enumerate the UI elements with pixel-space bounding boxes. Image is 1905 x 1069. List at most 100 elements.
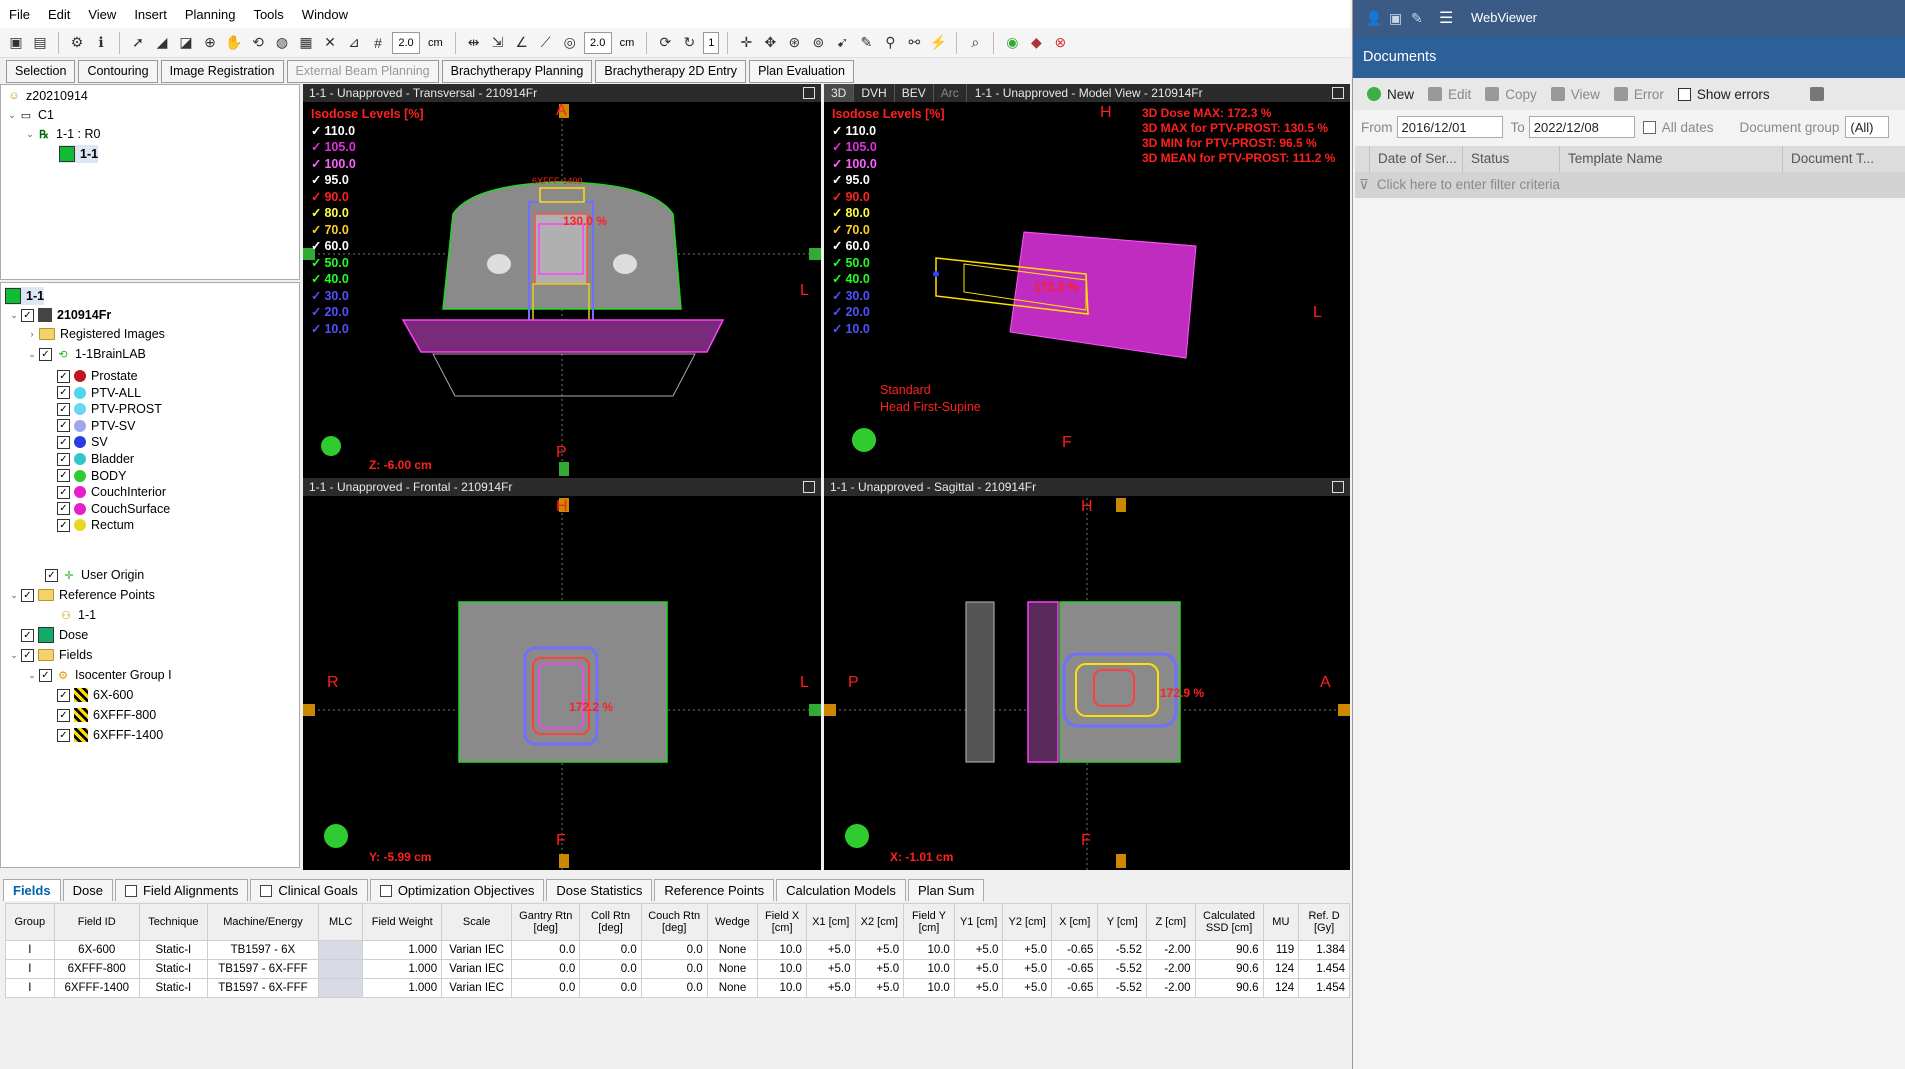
- column-header[interactable]: Wedge: [706, 903, 759, 941]
- table-cell[interactable]: 1.000: [362, 940, 443, 960]
- copy-button[interactable]: Copy: [1485, 87, 1537, 102]
- briefcase-icon[interactable]: ▣: [1389, 10, 1402, 27]
- tree-field[interactable]: ✓ 6XFFF-1400: [57, 726, 163, 744]
- tree-plan-item[interactable]: 1-1: [59, 145, 99, 163]
- zoom-icon[interactable]: ⊕: [200, 33, 220, 53]
- model-view[interactable]: 3D DVH BEV Arc 1-1 - Unapproved - Model View…: [824, 84, 1350, 478]
- table-cell[interactable]: [318, 978, 364, 998]
- tab-dose-statistics[interactable]: Dose Statistics: [546, 879, 653, 901]
- table-cell[interactable]: I: [5, 978, 55, 998]
- save-icon[interactable]: ▤: [30, 33, 50, 53]
- table-cell[interactable]: 1.384: [1298, 940, 1350, 960]
- tree-reference-point[interactable]: ⚇ 1-1: [59, 606, 96, 624]
- table-cell[interactable]: 0.0: [511, 940, 581, 960]
- column-header[interactable]: Field ID: [53, 903, 140, 941]
- edit-field-icon[interactable]: ✎: [856, 33, 876, 53]
- layout-icon[interactable]: ▦: [296, 33, 316, 53]
- column-header[interactable]: Field Y [cm]: [903, 903, 955, 941]
- circle-measure-icon[interactable]: ◎: [560, 33, 580, 53]
- table-cell[interactable]: Varian IEC: [441, 978, 513, 998]
- collapse-icon[interactable]: ⌄: [25, 129, 35, 140]
- workspace-tab[interactable]: Plan Evaluation: [749, 60, 854, 83]
- select-pointer-icon[interactable]: ➚: [128, 33, 148, 53]
- line-icon[interactable]: ⟋: [536, 33, 556, 53]
- tree-structure[interactable]: ✓ Bladder: [45, 450, 134, 468]
- angle-icon[interactable]: ∠: [512, 33, 532, 53]
- visibility-checkbox[interactable]: ✓: [57, 728, 70, 742]
- table-cell[interactable]: 0.0: [640, 940, 708, 960]
- visibility-checkbox[interactable]: ✓: [57, 435, 70, 449]
- window-level-icon[interactable]: ◢: [152, 33, 172, 53]
- tree-dose[interactable]: ✓ Dose: [9, 626, 88, 644]
- table-cell[interactable]: None: [706, 940, 759, 960]
- user-icon[interactable]: 👤: [1365, 10, 1382, 27]
- tree-root[interactable]: 1-1: [5, 287, 45, 305]
- column-header[interactable]: Technique: [138, 903, 208, 941]
- from-date-input[interactable]: 2016/12/01: [1396, 116, 1503, 138]
- gantry-icon[interactable]: ⊛: [784, 33, 804, 53]
- table-cell[interactable]: +5.0: [953, 940, 1004, 960]
- error-button[interactable]: Error: [1613, 87, 1664, 102]
- col-status[interactable]: Status: [1463, 146, 1560, 172]
- tab-clinical-goals[interactable]: Clinical Goals: [250, 879, 368, 901]
- isocenter-icon[interactable]: ✛: [736, 33, 756, 53]
- tree-structure[interactable]: ✓ BODY: [45, 467, 126, 485]
- column-header[interactable]: X [cm]: [1050, 903, 1099, 941]
- table-cell[interactable]: 1.454: [1298, 978, 1350, 998]
- window-level-region-icon[interactable]: ◪: [176, 33, 196, 53]
- tab-checkbox[interactable]: [379, 884, 392, 897]
- table-cell[interactable]: +5.0: [953, 978, 1004, 998]
- menu-icon[interactable]: ☰: [1439, 8, 1453, 28]
- target-icon[interactable]: ⊗: [1050, 33, 1070, 53]
- table-cell[interactable]: 10.0: [757, 978, 807, 998]
- move-isocenter-icon[interactable]: ✥: [760, 33, 780, 53]
- show-errors-checkbox[interactable]: Show errors: [1677, 87, 1770, 102]
- patient-icon[interactable]: ▣: [6, 33, 26, 53]
- table-cell[interactable]: 10.0: [757, 940, 807, 960]
- menu-view[interactable]: View: [79, 7, 125, 22]
- column-header[interactable]: Machine/Energy: [206, 903, 320, 941]
- column-header[interactable]: Y [cm]: [1097, 903, 1147, 941]
- table-cell[interactable]: 0.0: [579, 978, 642, 998]
- table-row[interactable]: I 6XFFF-1400 Static-I TB1597 - 6X-FFF 1.000 V…: [5, 978, 1350, 998]
- tab-dose[interactable]: Dose: [62, 879, 113, 901]
- cube-icon[interactable]: ◆: [1026, 33, 1046, 53]
- table-cell[interactable]: +5.0: [805, 978, 856, 998]
- visibility-checkbox[interactable]: ✓: [57, 386, 70, 400]
- tab-calculation-models[interactable]: Calculation Models: [776, 879, 906, 901]
- visibility-checkbox[interactable]: ✓: [57, 452, 70, 466]
- table-cell[interactable]: 0.0: [640, 978, 708, 998]
- table-cell[interactable]: Static-I: [138, 940, 208, 960]
- table-cell[interactable]: -5.52: [1097, 959, 1147, 979]
- tree-structure[interactable]: ✓ SV: [45, 433, 108, 451]
- sagittal-view[interactable]: 1-1 - Unapproved - Sagittal - 210914Fr H…: [824, 478, 1350, 870]
- tree-fields[interactable]: ⌄ ✓ Fields: [9, 646, 92, 664]
- tree-structure[interactable]: ✓ PTV-PROST: [45, 400, 162, 418]
- beam-tool-icon[interactable]: ⇹: [464, 33, 484, 53]
- table-cell[interactable]: +5.0: [854, 978, 905, 998]
- tab-reference-points[interactable]: Reference Points: [654, 879, 775, 901]
- globe-icon[interactable]: ◉: [1002, 33, 1022, 53]
- tree-structure[interactable]: ✓ Rectum: [45, 516, 134, 534]
- rotate-icon[interactable]: ⟲: [248, 33, 268, 53]
- grid-size-input[interactable]: 2.0: [392, 31, 420, 54]
- menu-insert[interactable]: Insert: [125, 7, 176, 22]
- table-cell[interactable]: -0.65: [1050, 940, 1099, 960]
- table-cell[interactable]: +5.0: [953, 959, 1004, 979]
- table-cell[interactable]: 6XFFF-800: [53, 959, 140, 979]
- expand-icon[interactable]: ›: [27, 329, 37, 339]
- tree-image[interactable]: ⌄ ✓ 210914Fr: [9, 306, 111, 324]
- column-header[interactable]: Z [cm]: [1145, 903, 1196, 941]
- tab-optimization-objectives[interactable]: Optimization Objectives: [369, 879, 545, 901]
- tree-structure[interactable]: ✓ CouchSurface: [45, 500, 170, 518]
- workspace-tab[interactable]: Image Registration: [160, 60, 284, 83]
- table-cell[interactable]: Static-I: [138, 978, 208, 998]
- table-row[interactable]: I 6X-600 Static-I TB1597 - 6X 1.000 Varian IE…: [5, 940, 1350, 960]
- table-cell[interactable]: -2.00: [1145, 978, 1196, 998]
- field-tool-icon[interactable]: ⇲: [488, 33, 508, 53]
- menu-file[interactable]: File: [0, 7, 39, 22]
- table-cell[interactable]: +5.0: [854, 940, 905, 960]
- document-group-select[interactable]: (All): [1845, 116, 1890, 138]
- col-date[interactable]: Date of Ser...: [1370, 146, 1463, 172]
- beam-direction-icon[interactable]: ➹: [832, 33, 852, 53]
